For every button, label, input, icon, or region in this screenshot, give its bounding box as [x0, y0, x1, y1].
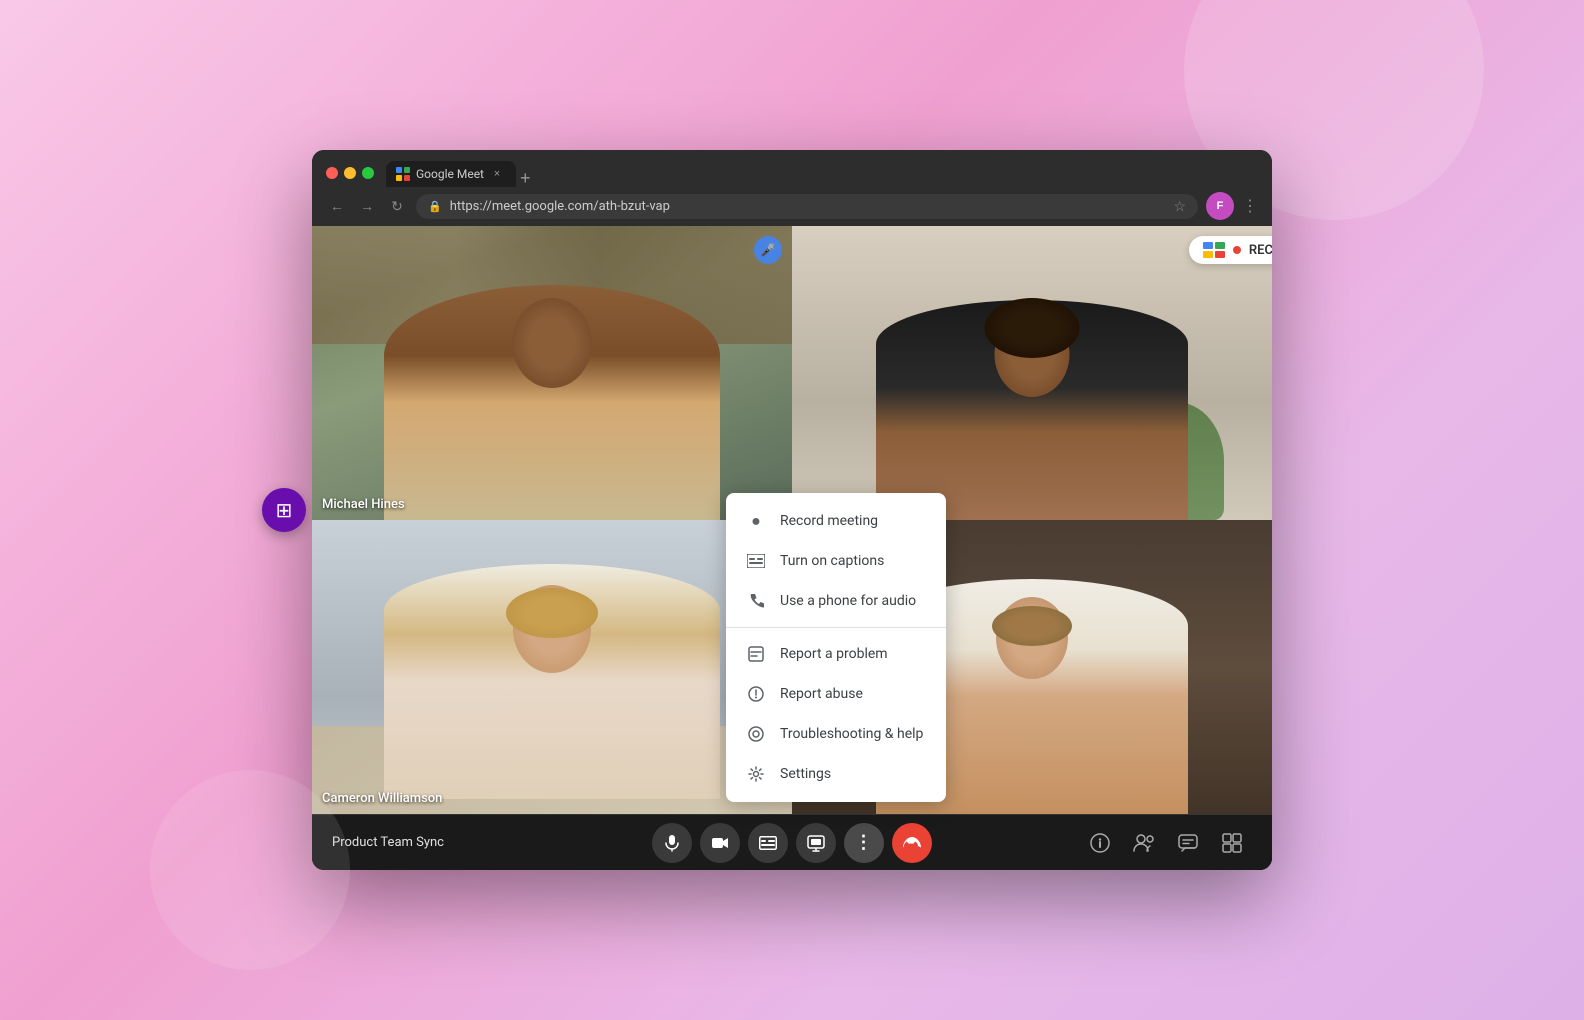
back-button[interactable]: ← [326, 195, 348, 217]
profile-button[interactable]: F [1206, 192, 1234, 220]
menu-label-abuse: Report abuse [780, 686, 863, 702]
video-tile-jada: Jada Smith [792, 226, 1272, 520]
menu-item-abuse[interactable]: Report abuse [726, 674, 946, 714]
address-text: https://meet.google.com/ath-bzut-vap [450, 199, 1166, 214]
browser-chrome: Google Meet × + ← → ↻ 🔒 https://meet.goo… [312, 150, 1272, 226]
meeting-name: Product Team Sync [332, 835, 444, 850]
people-button[interactable] [1128, 827, 1160, 859]
activities-button[interactable] [1216, 827, 1248, 859]
menu-item-problem[interactable]: Report a problem [726, 634, 946, 674]
minimize-button[interactable] [344, 167, 356, 179]
phone-icon [746, 591, 766, 611]
refresh-button[interactable]: ↻ [386, 195, 408, 217]
rec-dot [1233, 246, 1241, 254]
info-button[interactable] [1084, 827, 1116, 859]
google-icon [1203, 242, 1225, 258]
new-tab-button[interactable]: + [520, 169, 531, 187]
lock-icon: 🔒 [428, 200, 442, 213]
record-icon: ● [746, 511, 766, 531]
toolbar-center: ⋮ [652, 823, 932, 863]
chrome-menu-button[interactable]: ⋮ [1242, 196, 1258, 216]
maximize-button[interactable] [362, 167, 374, 179]
microphone-button[interactable] [652, 823, 692, 863]
address-bar[interactable]: 🔒 https://meet.google.com/ath-bzut-vap ☆ [416, 194, 1198, 219]
mic-indicator-michael: 🎤 [754, 236, 782, 264]
problem-icon [746, 644, 766, 664]
toolbar-right [1084, 827, 1248, 859]
troubleshoot-icon [746, 724, 766, 744]
dropdown-menu: ● Record meeting Turn on captions [726, 493, 946, 802]
rec-label: REC [1249, 243, 1272, 258]
menu-label-troubleshoot: Troubleshooting & help [780, 726, 923, 742]
menu-label-record: Record meeting [780, 513, 878, 529]
meet-toolbar: Product Team Sync [312, 814, 1272, 870]
menu-item-record[interactable]: ● Record meeting [726, 501, 946, 541]
window-controls [326, 167, 374, 179]
menu-item-troubleshoot[interactable]: Troubleshooting & help [726, 714, 946, 754]
settings-icon [746, 764, 766, 784]
menu-item-settings[interactable]: Settings [726, 754, 946, 794]
captions-button[interactable] [748, 823, 788, 863]
menu-label-settings: Settings [780, 766, 831, 782]
present-button[interactable] [796, 823, 836, 863]
participant-name-michael: Michael Hines [322, 497, 405, 512]
gmeet-favicon [396, 167, 410, 181]
end-call-button[interactable] [892, 823, 932, 863]
video-tile-cameron: Cameron Williamson [312, 520, 792, 814]
rec-badge: REC [1189, 236, 1272, 264]
menu-item-phone[interactable]: Use a phone for audio [726, 581, 946, 621]
captions-icon [746, 551, 766, 571]
browser-tab-meet[interactable]: Google Meet × [386, 161, 516, 187]
camera-button[interactable] [700, 823, 740, 863]
menu-label-captions: Turn on captions [780, 553, 884, 569]
tab-title: Google Meet [416, 167, 484, 181]
video-tile-michael: Michael Hines 🎤 [312, 226, 792, 520]
sidebar-app-icon[interactable]: ⊞ [262, 488, 306, 532]
close-button[interactable] [326, 167, 338, 179]
menu-label-problem: Report a problem [780, 646, 888, 662]
chat-button[interactable] [1172, 827, 1204, 859]
more-options-button[interactable]: ⋮ [844, 823, 884, 863]
toolbar-left: Product Team Sync [332, 835, 444, 850]
meet-content: Michael Hines 🎤 Jada Smith [312, 226, 1272, 870]
forward-button[interactable]: → [356, 195, 378, 217]
participant-name-cameron: Cameron Williamson [322, 791, 442, 806]
tab-close-button[interactable]: × [490, 167, 504, 181]
menu-label-phone: Use a phone for audio [780, 593, 916, 609]
abuse-icon [746, 684, 766, 704]
menu-divider [726, 627, 946, 628]
bookmark-icon[interactable]: ☆ [1173, 198, 1186, 215]
menu-item-captions[interactable]: Turn on captions [726, 541, 946, 581]
